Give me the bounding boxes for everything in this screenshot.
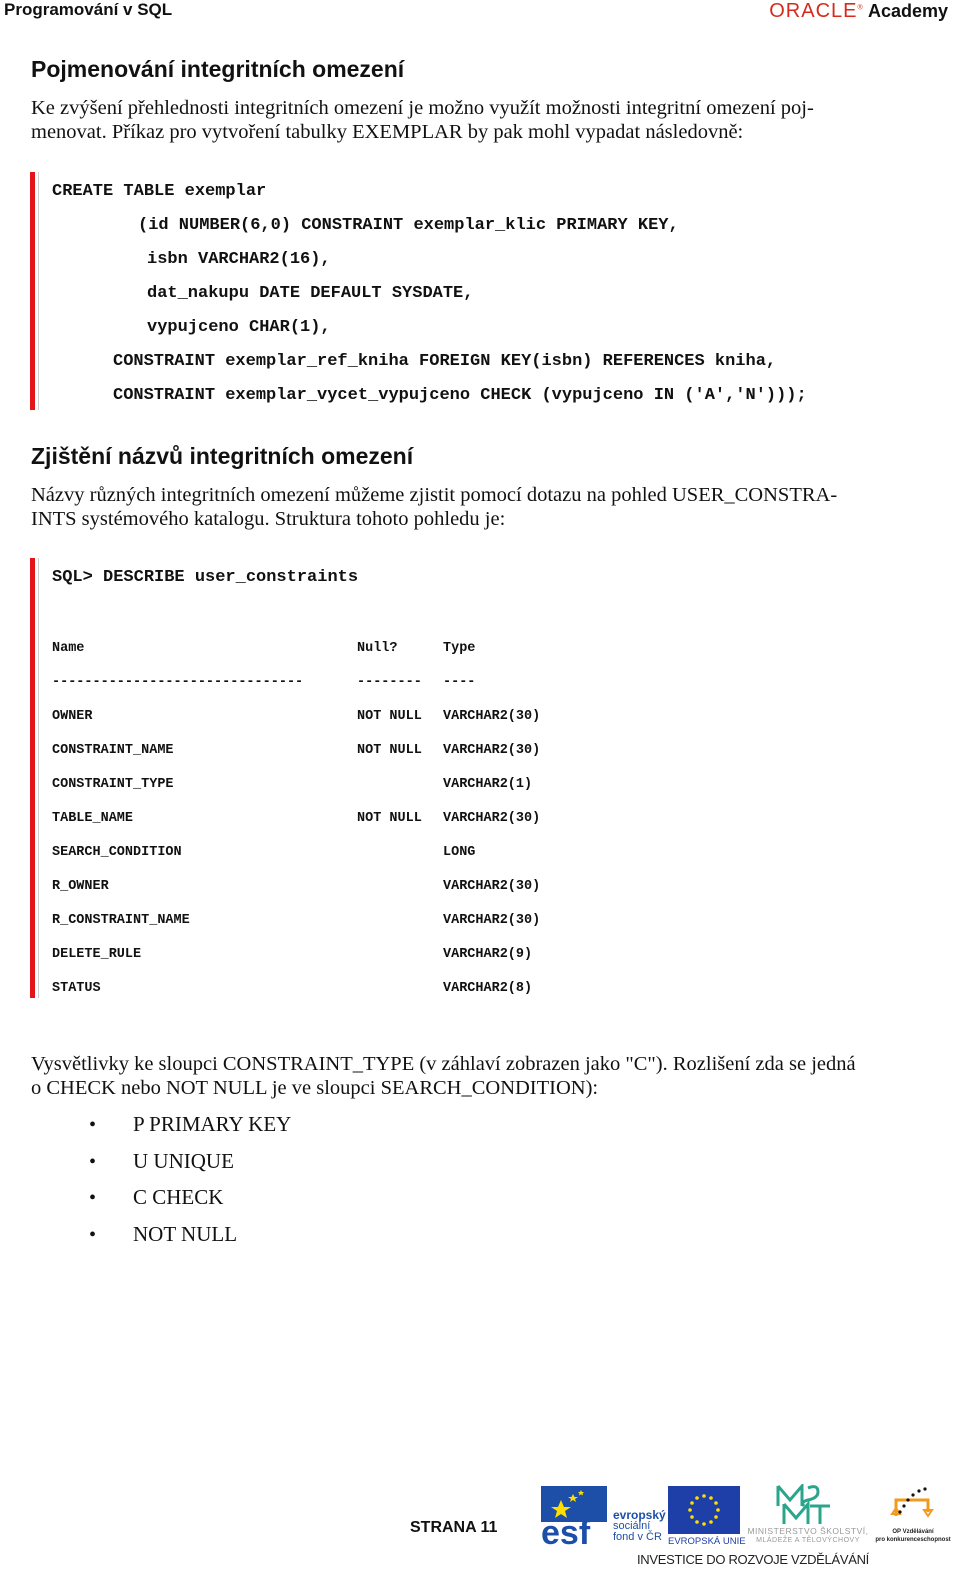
academy-wordmark: Academy [867, 1, 948, 21]
bullet-icon: • [89, 1187, 97, 1209]
legend-paragraph-line-1: Vysvětlivky ke sloupci CONSTRAINT_TYPE (… [31, 1053, 856, 1075]
intro-paragraph-line-1: Ke zvýšení přehlednosti integritních ome… [31, 97, 814, 119]
row-type: VARCHAR2(30) [443, 879, 541, 894]
row-null: NOT NULL [357, 743, 422, 758]
esf-logo: esf evropský sociální fond v ČR [541, 1486, 669, 1552]
row-null: NOT NULL [357, 709, 422, 724]
eu-flag-icon [668, 1486, 740, 1534]
msmt-emblem-icon [776, 1484, 830, 1524]
intro-paragraph-line-2: menovat. Příkaz pro vytvoření tabulky EX… [31, 121, 744, 143]
bullet-icon: • [89, 1114, 97, 1136]
row-null: NOT NULL [357, 811, 422, 826]
code-line: (id NUMBER(6,0) CONSTRAINT exemplar_klic… [138, 216, 679, 235]
sql-command: SQL> DESCRIBE user_constraints [52, 568, 359, 587]
row-type: VARCHAR2(30) [443, 811, 541, 826]
row-type: VARCHAR2(9) [443, 947, 533, 962]
op-text: OP Vzdělávání [892, 1529, 934, 1535]
bullet-icon: • [89, 1224, 97, 1246]
op-text: pro konkurenceschopnost [875, 1537, 951, 1543]
code-line: isbn VARCHAR2(16), [147, 250, 331, 269]
row-type: VARCHAR2(30) [443, 913, 541, 928]
row-type: LONG [443, 845, 476, 860]
msmt-text: MINISTERSTVO ŠKOLSTVÍ, [747, 1526, 869, 1536]
row-name: SEARCH_CONDITION [52, 845, 182, 860]
list-item-text: NOT NULL [133, 1222, 238, 1246]
describe-code-block: SQL> DESCRIBE user_constraints Name Null… [30, 558, 935, 998]
bullet-icon: • [89, 1151, 97, 1173]
list-item-text: U UNIQUE [133, 1149, 234, 1173]
describe-paragraph-line-1: Názvy různých integritních omezení můžem… [31, 484, 838, 506]
create-table-code-block: CREATE TABLE exemplar (id NUMBER(6,0) CO… [30, 172, 935, 410]
investment-slogan: INVESTICE DO ROZVOJE VZDĚLÁVÁNÍ [637, 1552, 869, 1567]
row-name: TABLE_NAME [52, 811, 134, 826]
code-line: CONSTRAINT exemplar_ref_kniha FOREIGN KE… [113, 352, 777, 371]
row-type: VARCHAR2(1) [443, 777, 533, 792]
row-name: CONSTRAINT_NAME [52, 743, 174, 758]
separator-name: ------------------------------- [52, 675, 304, 690]
esf-text: fond v ČR [613, 1531, 662, 1543]
code-line: vypujceno CHAR(1), [147, 318, 331, 337]
oracle-wordmark: ORACLE [769, 0, 858, 22]
legend-paragraph-line-2: o CHECK nebo NOT NULL je ve sloupci SEAR… [31, 1077, 599, 1099]
row-type: VARCHAR2(8) [443, 981, 533, 996]
code-line: dat_nakupu DATE DEFAULT SYSDATE, [147, 284, 474, 303]
separator-type: ---- [443, 675, 476, 690]
row-type: VARCHAR2(30) [443, 743, 541, 758]
eu-text: EVROPSKÁ UNIE [668, 1536, 746, 1547]
row-name: R_CONSTRAINT_NAME [52, 913, 190, 928]
page-number: STRANA 11 [410, 1519, 498, 1536]
list-item-text: P PRIMARY KEY [133, 1112, 292, 1136]
separator-null: -------- [357, 675, 422, 690]
msmt-logo: MINISTERSTVO ŠKOLSTVÍ, MLÁDEŽE A TĚLOVÝC… [746, 1484, 868, 1550]
eu-logo: EVROPSKÁ UNIE [668, 1486, 746, 1548]
row-name: R_OWNER [52, 879, 109, 894]
op-vzdelavani-logo: OP Vzdělávání pro konkurenceschopnost [872, 1486, 954, 1548]
describe-paragraph-line-2: INTS systémového katalogu. Struktura toh… [31, 508, 506, 530]
list-item-text: C CHECK [133, 1185, 224, 1209]
svg-text:esf: esf [541, 1514, 591, 1546]
code-line: CONSTRAINT exemplar_vycet_vypujceno CHEC… [113, 386, 807, 405]
row-type: VARCHAR2(30) [443, 709, 541, 724]
code-line: CREATE TABLE exemplar [52, 182, 267, 201]
msmt-text: MLÁDEŽE A TĚLOVÝCHOVY [756, 1537, 860, 1544]
section-heading-finding-names: Zjištění názvů integritních omezení [31, 443, 414, 469]
section-heading-naming: Pojmenování integritních omezení [31, 56, 405, 82]
column-header-null: Null? [357, 641, 398, 656]
oracle-academy-logo: ORACLE® Academy [769, 0, 948, 22]
op-emblem-icon [890, 1487, 934, 1518]
row-name: STATUS [52, 981, 101, 996]
row-name: DELETE_RULE [52, 947, 142, 962]
column-header-name: Name [52, 641, 85, 656]
row-name: CONSTRAINT_TYPE [52, 777, 174, 792]
column-header-type: Type [443, 641, 476, 656]
row-name: OWNER [52, 709, 93, 724]
esf-emblem-icon: esf [541, 1486, 607, 1552]
course-title: Programování v SQL [4, 0, 173, 19]
